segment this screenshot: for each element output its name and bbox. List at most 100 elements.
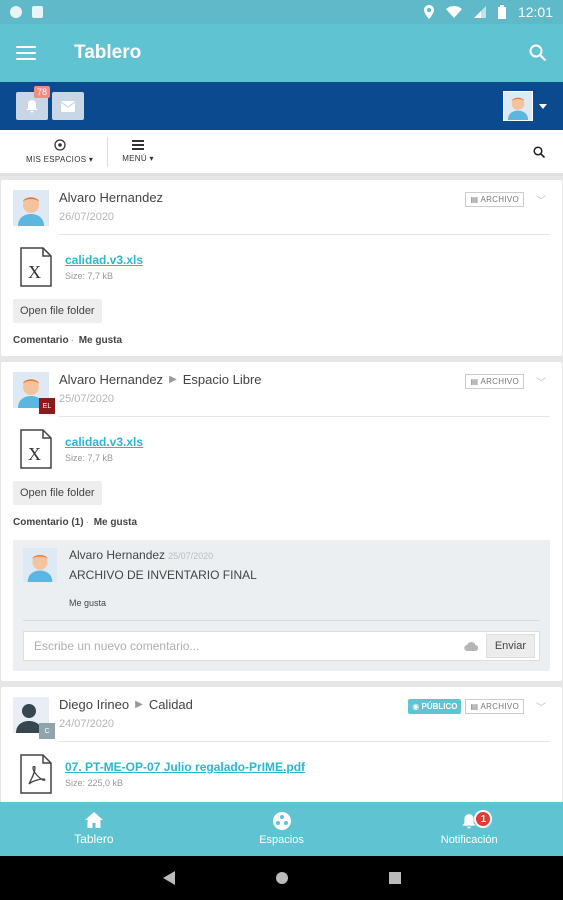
toolbar: 78 [0,82,563,130]
battery-icon [497,5,506,19]
file-size: Size: 7,7 kB [65,271,114,281]
comment-like-link[interactable]: Me gusta [69,598,257,608]
bottom-navigation: Tablero Espacios 1 Notificación [0,802,563,856]
tab-notificacion[interactable]: 1 Notificación [375,802,563,856]
back-icon[interactable] [162,871,175,885]
post-author[interactable]: Diego Irineo [59,697,129,712]
post-date: 26/07/2020 [59,211,115,223]
post-options-chevron-icon[interactable]: ﹀ [536,699,546,714]
tab-label: Tablero [74,832,114,846]
public-tag: ◉ PÚBLICO [408,699,462,714]
upload-cloud-icon[interactable] [464,641,478,651]
file-type-tag: ▤ ARCHIVO [465,192,524,207]
type-tag-label: ARCHIVO [480,702,519,711]
separator: · [70,335,74,346]
home-circle-icon[interactable] [275,871,289,885]
separator: · [85,517,89,528]
arrow-right-icon: ▶ [135,699,143,710]
post-author[interactable]: Alvaro Hernandez [59,190,163,205]
notifications-button[interactable]: 78 [16,86,51,120]
document-icon: ▤ [470,702,481,711]
menu-dropdown[interactable]: MENÚ ▾ [122,140,154,163]
recents-icon[interactable] [388,872,401,884]
wifi-icon [445,6,462,18]
tab-espacios[interactable]: Espacios [188,802,376,856]
tab-label: Notificación [440,834,498,846]
my-spaces-label: MIS ESPACIOS ▾ [26,155,94,164]
status-bar: 12:01 [0,0,563,24]
home-icon [84,812,103,828]
comment-link[interactable]: Comentario [13,335,69,346]
avatar[interactable] [13,190,49,226]
pdf-file-icon [20,754,52,794]
file-size: Size: 225,0 kB [65,778,124,788]
send-comment-button[interactable]: Enviar [485,634,535,658]
status-time: 12:01 [517,4,553,20]
search-icon[interactable] [529,44,547,62]
activity-feed: Alvaro Hernandez 26/07/2020 ▤ ARCHIVO ﹀ … [0,180,563,802]
feed-post: EL Alvaro Hernandez ▶ Espacio Libre 25/0… [1,362,562,681]
page-title: Tablero [74,42,142,63]
divider [107,136,109,167]
spaces-icon [272,812,291,830]
public-tag-label: PÚBLICO [421,702,458,711]
messages-button[interactable] [52,92,84,120]
user-avatar[interactable] [503,91,533,121]
document-icon: ▤ [470,195,481,204]
file-link[interactable]: calidad.v3.xls [65,253,143,267]
file-type-tag: ▤ ARCHIVO [465,699,524,714]
divider [59,234,550,235]
post-options-chevron-icon[interactable]: ﹀ [536,192,546,207]
tab-label: Espacios [259,834,304,846]
new-comment-row: Enviar [23,631,540,661]
avatar[interactable] [23,548,57,582]
new-comment-input[interactable] [24,639,464,653]
svg-text:X: X [28,262,41,282]
bell-icon [26,100,38,113]
menu-icon[interactable] [16,46,36,60]
divider [59,741,550,742]
system-navigation-bar [0,856,563,900]
notification-count-badge: 78 [34,86,51,98]
comment-author[interactable]: Alvaro Hernandez [69,548,165,562]
envelope-icon [61,100,75,112]
file-link[interactable]: calidad.v3.xls [65,435,143,449]
post-options-chevron-icon[interactable]: ﹀ [536,374,546,389]
comments-section: Alvaro Hernandez 25/07/2020 ARCHIVO DE IN… [13,540,550,671]
type-tag-label: ARCHIVO [480,195,519,204]
avatar[interactable]: EL [13,372,55,414]
post-author[interactable]: Alvaro Hernandez [59,372,163,387]
file-link[interactable]: 07. PT-ME-OP-07 Julio regalado-PrIME.pdf [65,760,305,774]
comment-link[interactable]: Comentario (1) [13,517,84,528]
comment-text: ARCHIVO DE INVENTARIO FINAL [69,568,257,582]
sub-navigation: MIS ESPACIOS ▾ MENÚ ▾ [0,130,563,176]
post-date: 24/07/2020 [59,718,115,730]
user-menu[interactable] [503,91,547,121]
list-icon [132,140,144,150]
comment-date: 25/07/2020 [168,551,214,561]
notification-badge: 1 [474,810,493,828]
avatar[interactable]: C [13,697,55,739]
open-file-folder-button[interactable]: Open file folder [13,481,102,505]
menu-label: MENÚ ▾ [122,154,154,163]
type-tag-label: ARCHIVO [480,377,519,386]
like-link[interactable]: Me gusta [94,517,137,528]
chevron-down-icon [539,103,547,109]
file-type-tag: ▤ ARCHIVO [465,374,524,389]
svg-text:X: X [28,444,41,464]
arrow-right-icon: ▶ [169,374,177,385]
sd-card-icon [32,6,43,18]
tab-tablero[interactable]: Tablero [0,802,188,856]
open-file-folder-button[interactable]: Open file folder [13,299,102,323]
file-attachment: X calidad.v3.xls Size: 7,7 kB [13,247,550,287]
my-spaces-dropdown[interactable]: MIS ESPACIOS ▾ [26,139,93,164]
search-icon[interactable] [533,145,545,158]
divider [59,416,550,417]
comment: Alvaro Hernandez 25/07/2020 ARCHIVO DE IN… [23,548,540,608]
target-icon [53,139,66,151]
like-link[interactable]: Me gusta [79,335,122,346]
post-space[interactable]: Calidad [149,697,193,712]
space-badge: EL [39,398,55,414]
feed-post: Alvaro Hernandez 26/07/2020 ▤ ARCHIVO ﹀ … [1,180,562,356]
post-space[interactable]: Espacio Libre [183,372,262,387]
